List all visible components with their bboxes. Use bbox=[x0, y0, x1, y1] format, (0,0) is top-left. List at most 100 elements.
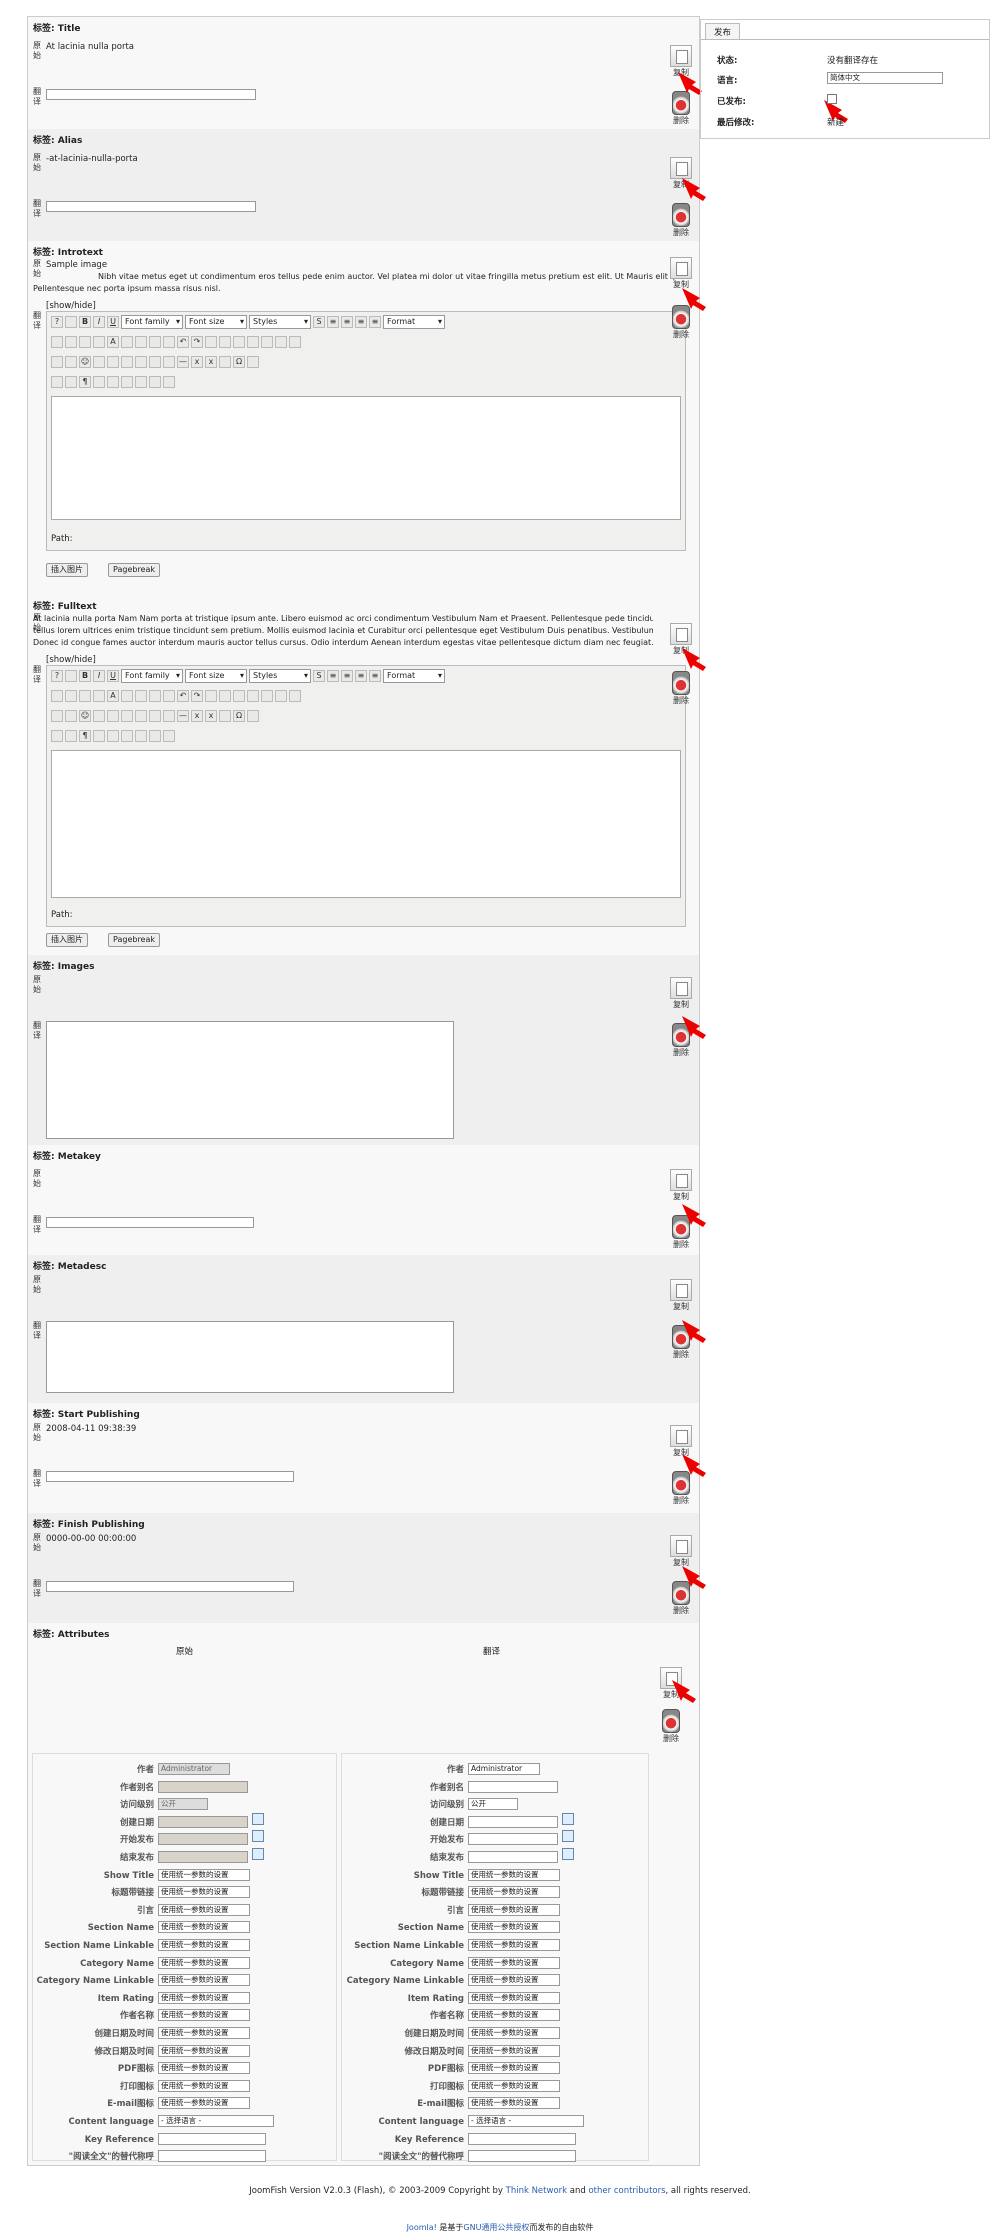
charmap-icon[interactable]: Ω bbox=[233, 356, 245, 368]
paste-icon[interactable] bbox=[261, 336, 273, 348]
attribute-select[interactable]: 使用统一参数的设置 bbox=[158, 1903, 250, 1916]
pagebreak-button[interactable]: Pagebreak bbox=[108, 933, 161, 947]
calendar-icon[interactable] bbox=[252, 1812, 264, 1825]
table-col-icon[interactable] bbox=[163, 710, 175, 722]
numbered-list-icon[interactable] bbox=[219, 336, 231, 348]
align-justify-icon[interactable]: ≡ bbox=[369, 316, 381, 328]
copy-button[interactable]: 复制 bbox=[664, 257, 698, 290]
indent-icon[interactable] bbox=[163, 690, 175, 702]
copy-icon[interactable] bbox=[247, 336, 259, 348]
preview-icon[interactable] bbox=[107, 356, 119, 368]
show-hide-toggle[interactable]: [show/hide] bbox=[46, 655, 96, 665]
nonbreaking-icon[interactable] bbox=[65, 376, 77, 388]
align-justify-icon[interactable]: ≡ bbox=[369, 670, 381, 682]
cleanup-icon[interactable] bbox=[289, 336, 301, 348]
image-icon[interactable] bbox=[121, 730, 133, 742]
delete-button[interactable]: 删除 bbox=[664, 1469, 698, 1506]
attribute-select[interactable]: Administrator bbox=[468, 1763, 540, 1775]
font-family-select[interactable]: Font family bbox=[121, 315, 183, 329]
attribute-select[interactable]: Administrator bbox=[158, 1763, 230, 1775]
copy-button[interactable]: 复制 bbox=[664, 1425, 698, 1458]
attribute-select[interactable]: 公开 bbox=[468, 1798, 518, 1811]
copy-button[interactable]: 复制 bbox=[664, 1535, 698, 1568]
styles-select[interactable]: Styles bbox=[249, 669, 311, 683]
cut-icon[interactable] bbox=[233, 690, 245, 702]
bullet-list-icon[interactable] bbox=[205, 336, 217, 348]
font-size-select[interactable]: Font size bbox=[185, 315, 247, 329]
attribute-select[interactable]: 使用统一参数的设置 bbox=[468, 2009, 560, 2022]
paste-icon[interactable] bbox=[261, 690, 273, 702]
preview-icon[interactable] bbox=[107, 710, 119, 722]
attribute-select[interactable]: 使用统一参数的设置 bbox=[158, 1921, 250, 1934]
attribute-select[interactable]: 使用统一参数的设置 bbox=[158, 1939, 250, 1951]
anchor-icon[interactable] bbox=[275, 336, 287, 348]
attribute-select[interactable]: 使用统一参数的设置 bbox=[468, 2079, 560, 2092]
attribute-select[interactable]: 使用统一参数的设置 bbox=[468, 2027, 560, 2039]
acronym-icon[interactable] bbox=[107, 376, 119, 388]
pagebreak-icon[interactable] bbox=[163, 730, 175, 742]
cut-icon[interactable] bbox=[233, 336, 245, 348]
abbr-icon[interactable] bbox=[93, 730, 105, 742]
attribute-select[interactable]: 使用统一参数的设置 bbox=[158, 1956, 250, 1969]
attribute-input[interactable] bbox=[468, 1815, 558, 1828]
pagebreak-button[interactable]: Pagebreak bbox=[108, 563, 161, 577]
strikethrough-icon[interactable]: S bbox=[313, 316, 325, 328]
attribute-select[interactable]: - 选择语言 - bbox=[468, 2115, 584, 2127]
copy-button[interactable]: 复制 bbox=[664, 1169, 698, 1202]
joomla-link[interactable]: Joomla! bbox=[407, 2223, 437, 2232]
link-icon[interactable] bbox=[135, 376, 147, 388]
emotion-icon[interactable]: ☺ bbox=[79, 356, 91, 368]
delete-button[interactable]: 删除 bbox=[664, 1213, 698, 1250]
title-translation-input[interactable] bbox=[46, 89, 256, 100]
italic-icon[interactable]: I bbox=[93, 316, 105, 328]
attribute-input[interactable] bbox=[468, 1851, 558, 1863]
attribute-input[interactable] bbox=[158, 1851, 248, 1863]
visualaid-icon[interactable] bbox=[219, 356, 231, 368]
media-icon[interactable] bbox=[93, 356, 105, 368]
attribute-select[interactable]: 使用统一参数的设置 bbox=[468, 1974, 560, 1987]
think-network-link[interactable]: Think Network bbox=[506, 2186, 567, 2196]
attribute-select[interactable]: 使用统一参数的设置 bbox=[158, 1974, 250, 1987]
bold-icon[interactable]: B bbox=[79, 670, 91, 682]
bold-icon[interactable]: B bbox=[79, 316, 91, 328]
emotion-icon[interactable]: ☺ bbox=[79, 710, 91, 722]
abbr-icon[interactable] bbox=[93, 376, 105, 388]
copy-button[interactable]: 复制 bbox=[664, 45, 698, 78]
table-row-icon[interactable] bbox=[149, 356, 161, 368]
redo-icon[interactable]: ↷ bbox=[191, 690, 203, 702]
attribute-select[interactable]: 使用统一参数的设置 bbox=[158, 2062, 250, 2075]
attribute-select[interactable]: 使用统一参数的设置 bbox=[468, 2062, 560, 2075]
highlight-icon[interactable] bbox=[121, 690, 133, 702]
nonbreaking-icon[interactable] bbox=[65, 730, 77, 742]
pilcrow-icon[interactable]: ¶ bbox=[79, 376, 91, 388]
copy-button[interactable]: 复制 bbox=[654, 1667, 688, 1700]
published-checkbox[interactable] bbox=[827, 94, 837, 104]
editor-content-area[interactable] bbox=[51, 396, 681, 520]
attribute-select[interactable]: 使用统一参数的设置 bbox=[468, 2044, 560, 2057]
attribute-select[interactable]: 使用统一参数的设置 bbox=[158, 2009, 250, 2022]
rtl-icon[interactable] bbox=[65, 710, 77, 722]
font-color-icon[interactable]: A bbox=[107, 690, 119, 702]
template-icon[interactable] bbox=[149, 376, 161, 388]
acronym-icon[interactable] bbox=[107, 730, 119, 742]
font-family-select[interactable]: Font family bbox=[121, 669, 183, 683]
ltr-icon[interactable] bbox=[51, 710, 63, 722]
styles-select[interactable]: Styles bbox=[249, 315, 311, 329]
template-icon[interactable] bbox=[149, 730, 161, 742]
attribute-input[interactable] bbox=[158, 2132, 266, 2145]
indent-icon[interactable] bbox=[163, 336, 175, 348]
underline-icon[interactable]: U bbox=[107, 316, 119, 328]
attribute-input[interactable] bbox=[468, 1780, 558, 1793]
attribute-select[interactable]: 使用统一参数的设置 bbox=[158, 1886, 250, 1899]
table-icon[interactable] bbox=[135, 710, 147, 722]
finish-publishing-translation-input[interactable] bbox=[46, 1581, 294, 1592]
copy-icon[interactable] bbox=[247, 690, 259, 702]
attribute-select[interactable]: 使用统一参数的设置 bbox=[468, 1868, 560, 1881]
align-center-icon[interactable]: ≡ bbox=[341, 316, 353, 328]
attribute-input[interactable] bbox=[468, 1833, 558, 1846]
italic-icon[interactable]: I bbox=[93, 670, 105, 682]
calendar-icon[interactable] bbox=[252, 1848, 264, 1860]
align-center-icon[interactable]: ≡ bbox=[341, 670, 353, 682]
list-icon[interactable] bbox=[135, 690, 147, 702]
table-icon[interactable] bbox=[135, 356, 147, 368]
